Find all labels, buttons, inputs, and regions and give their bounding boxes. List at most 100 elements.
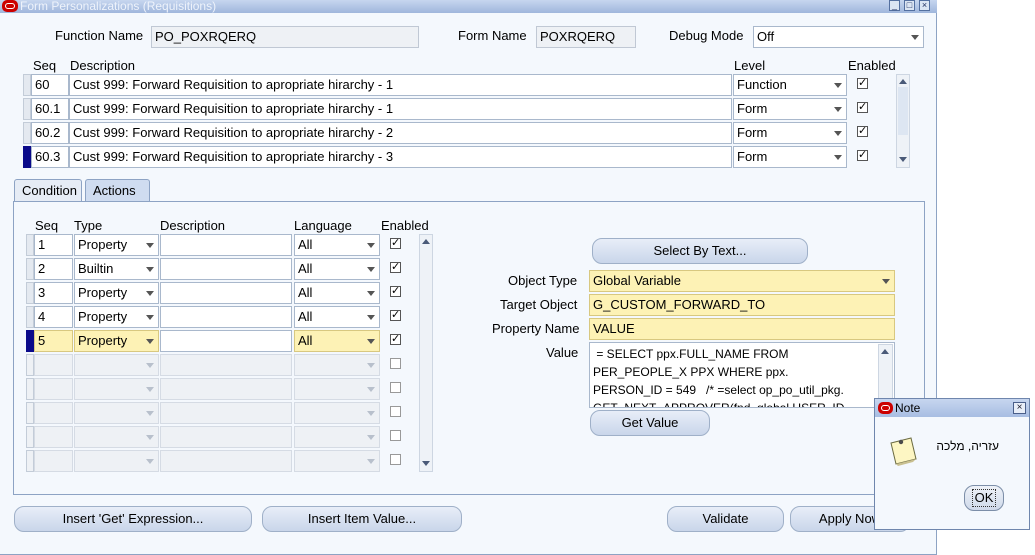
action-type-select[interactable] [74,426,159,448]
action-seq-field[interactable]: 3 [34,282,73,304]
chevron-down-icon[interactable] [367,267,375,272]
record-indicator[interactable] [26,258,34,280]
action-description-field[interactable] [160,234,292,256]
record-indicator[interactable] [26,450,34,472]
record-indicator[interactable] [26,354,34,376]
action-description-field[interactable] [160,426,292,448]
chevron-down-icon[interactable] [146,387,154,392]
rule-seq-field[interactable]: 60.1 [31,98,69,120]
chevron-down-icon[interactable] [146,363,154,368]
action-type-select[interactable] [74,450,159,472]
action-language-select[interactable] [294,402,380,424]
action-description-field[interactable] [160,282,292,304]
tab-condition[interactable]: Condition [14,179,82,202]
chevron-down-icon[interactable] [146,291,154,296]
action-description-field[interactable] [160,450,292,472]
insert-item-value-button[interactable]: Insert Item Value... [262,506,462,532]
record-indicator[interactable] [26,282,34,304]
debug-mode-select[interactable]: Off [753,26,924,48]
action-language-select[interactable]: All [294,258,380,280]
scroll-up-icon[interactable] [899,79,907,84]
action-type-select[interactable] [74,402,159,424]
rule-level-select[interactable]: Function [733,74,847,96]
tab-actions[interactable]: Actions [85,179,150,202]
action-type-select[interactable]: Property [74,306,159,328]
close-icon[interactable]: × [1013,402,1026,414]
rule-enabled-checkbox[interactable]: ✓ [857,150,868,161]
action-enabled-checkbox[interactable] [390,382,401,393]
action-seq-field[interactable] [34,426,73,448]
chevron-down-icon[interactable] [834,107,842,112]
scroll-down-icon[interactable] [422,461,430,466]
rule-enabled-checkbox[interactable]: ✓ [857,102,868,113]
get-value-button[interactable]: Get Value [590,410,710,436]
action-description-field[interactable] [160,306,292,328]
chevron-down-icon[interactable] [834,131,842,136]
property-name-field[interactable]: VALUE [589,318,895,340]
current-record-indicator[interactable] [23,146,31,168]
action-description-field[interactable] [160,330,292,352]
chevron-down-icon[interactable] [146,243,154,248]
chevron-down-icon[interactable] [834,155,842,160]
chevron-down-icon[interactable] [146,339,154,344]
action-enabled-checkbox[interactable] [390,406,401,417]
object-type-select[interactable]: Global Variable [589,270,895,292]
insert-get-expression-button[interactable]: Insert 'Get' Expression... [14,506,252,532]
record-indicator[interactable] [23,122,31,144]
action-language-select[interactable]: All [294,234,380,256]
form-name-field[interactable]: POXRQERQ [536,26,636,48]
minimize-icon[interactable]: _ [889,0,900,11]
action-type-select[interactable] [74,354,159,376]
action-seq-field[interactable]: 5 [34,330,73,352]
action-type-select[interactable]: Builtin [74,258,159,280]
function-name-field[interactable]: PO_POXRQERQ [151,26,419,48]
rule-description-field[interactable]: Cust 999: Forward Requisition to apropri… [69,146,732,168]
target-object-field[interactable]: G_CUSTOM_FORWARD_TO [589,294,895,316]
validate-button[interactable]: Validate [667,506,784,532]
scroll-thumb[interactable] [898,87,908,135]
action-type-select[interactable]: Property [74,282,159,304]
record-indicator[interactable] [23,98,31,120]
rule-enabled-checkbox[interactable]: ✓ [857,78,868,89]
action-language-select[interactable] [294,426,380,448]
action-description-field[interactable] [160,354,292,376]
record-indicator[interactable] [26,234,34,256]
chevron-down-icon[interactable] [146,267,154,272]
actions-scrollbar[interactable] [419,234,433,472]
chevron-down-icon[interactable] [146,411,154,416]
chevron-down-icon[interactable] [367,363,375,368]
value-scrollbar[interactable] [878,344,893,406]
record-indicator[interactable] [26,402,34,424]
scroll-down-icon[interactable] [899,157,907,162]
rule-level-select[interactable]: Form [733,122,847,144]
chevron-down-icon[interactable] [834,83,842,88]
action-description-field[interactable] [160,402,292,424]
chevron-down-icon[interactable] [146,435,154,440]
chevron-down-icon[interactable] [367,387,375,392]
chevron-down-icon[interactable] [367,339,375,344]
scroll-up-icon[interactable] [422,239,430,244]
action-enabled-checkbox[interactable]: ✓ [390,310,401,321]
ok-button[interactable]: OK [964,485,1004,511]
chevron-down-icon[interactable] [367,411,375,416]
scroll-up-icon[interactable] [881,349,889,354]
chevron-down-icon[interactable] [911,35,919,40]
action-type-select[interactable]: Property [74,330,159,352]
current-record-indicator[interactable] [26,330,34,352]
action-language-select[interactable] [294,450,380,472]
chevron-down-icon[interactable] [367,315,375,320]
action-description-field[interactable] [160,378,292,400]
action-description-field[interactable] [160,258,292,280]
rule-seq-field[interactable]: 60.2 [31,122,69,144]
chevron-down-icon[interactable] [882,279,890,284]
action-seq-field[interactable] [34,354,73,376]
action-enabled-checkbox[interactable] [390,358,401,369]
action-seq-field[interactable] [34,402,73,424]
action-seq-field[interactable]: 4 [34,306,73,328]
rule-seq-field[interactable]: 60.3 [31,146,69,168]
select-by-text-button[interactable]: Select By Text... [592,238,808,264]
record-indicator[interactable] [26,426,34,448]
rule-seq-field[interactable]: 60 [31,74,69,96]
record-indicator[interactable] [26,306,34,328]
action-language-select[interactable]: All [294,306,380,328]
